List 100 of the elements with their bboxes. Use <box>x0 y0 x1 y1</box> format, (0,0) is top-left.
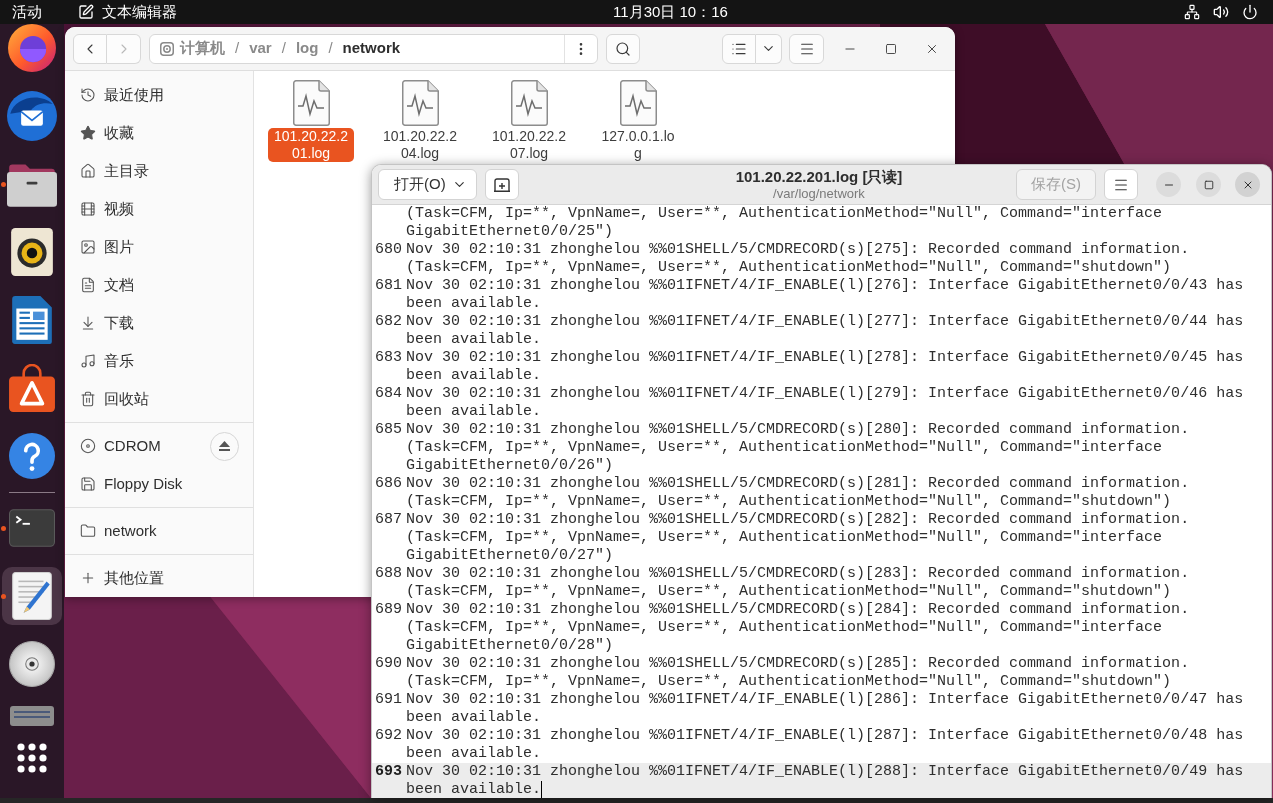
folder-icon <box>80 523 96 539</box>
search-icon <box>615 40 631 57</box>
line-number: 693 <box>375 763 402 780</box>
music-note-icon <box>80 353 96 369</box>
line-number: 681 <box>375 277 402 294</box>
sidebar-item[interactable]: 收藏 <box>65 114 239 152</box>
log-line: (Task=CFM, Ip=**, VpnName=, User=**, AuthenticationMethod="Null", Command="interface GigabitEthernet0/0/25") <box>406 205 1164 241</box>
sidebar-item[interactable]: 主目录 <box>65 152 239 190</box>
sidebar-item[interactable]: 文档 <box>65 266 239 304</box>
path-segment[interactable]: network <box>342 37 401 60</box>
log-line: Nov 30 02:10:31 zhonghelou %%01SHELL/5/CMDRECORD(s)[280]: Recorded command information. (Task=CFM, Ip=**, VpnName=, User=**, AuthenticationMethod="Null", Command="interface GigabitEthernet0/0/26") <box>406 421 1191 475</box>
line-number: 682 <box>375 313 402 330</box>
new-tab-icon <box>494 177 510 192</box>
line-number: 680 <box>375 241 402 258</box>
sidebar-item[interactable]: 最近使用 <box>65 76 239 114</box>
path-separator: / <box>281 38 286 59</box>
edit-icon <box>78 4 94 20</box>
drive-location-icon <box>160 41 174 56</box>
path-separator: / <box>328 38 333 59</box>
log-line: Nov 30 02:10:31 zhonghelou %%01SHELL/5/CMDRECORD(s)[282]: Recorded command information. (Task=CFM, Ip=**, VpnName=, User=**, AuthenticationMethod="Null", Command="interface GigabitEthernet0/0/27") <box>406 511 1191 565</box>
minimize-button[interactable] <box>1156 172 1181 197</box>
line-number: 684 <box>375 385 402 402</box>
log-line: Nov 30 02:10:31 zhonghelou %%01SHELL/5/CMDRECORD(s)[285]: Recorded command information. (Task=CFM, Ip=**, VpnName=, User=**, AuthenticationMethod="Null", Command="shutdown") <box>406 655 1191 691</box>
log-file-icon[interactable] <box>292 80 330 126</box>
download-icon <box>80 315 96 331</box>
log-line: Nov 30 02:10:31 zhonghelou %%01IFNET/4/IF_ENABLE(l)[279]: Interface GigabitEthernet0/0/46 has been available. <box>406 385 1245 421</box>
disc-icon[interactable] <box>9 641 55 687</box>
file-name[interactable]: 101.20.22.204.log <box>377 128 463 162</box>
list-view-button[interactable] <box>722 33 756 64</box>
log-line: Nov 30 02:10:31 zhonghelou %%01SHELL/5/CMDRECORD(s)[284]: Recorded command information. (Task=CFM, Ip=**, VpnName=, User=**, AuthenticationMethod="Null", Command="interface GigabitEthernet0/0/28") <box>406 601 1191 655</box>
volume-icon[interactable] <box>1213 4 1229 20</box>
log-line: Nov 30 02:10:31 zhonghelou %%01SHELL/5/CMDRECORD(s)[275]: Recorded command information. (Task=CFM, Ip=**, VpnName=, User=**, AuthenticationMethod="Null", Command="shutdown") <box>406 241 1191 277</box>
log-line: Nov 30 02:10:31 zhonghelou %%01SHELL/5/CMDRECORD(s)[281]: Recorded command information. (Task=CFM, Ip=**, VpnName=, User=**, AuthenticationMethod="Null", Command="shutdown") <box>406 475 1191 511</box>
shopping-bag-icon[interactable] <box>9 364 55 412</box>
line-number: 692 <box>375 727 402 744</box>
star-icon <box>80 125 96 141</box>
active-dock-item[interactable] <box>2 567 62 625</box>
terminal-icon[interactable] <box>9 509 55 547</box>
path-bar[interactable]: 计算机 / var / log / network <box>149 33 598 64</box>
sidebar-item[interactable]: 回收站 <box>65 380 239 418</box>
log-file-icon[interactable] <box>619 80 657 126</box>
trash-icon <box>80 391 96 407</box>
window-title: 101.20.22.201.log [只读] <box>735 168 903 186</box>
speaker-icon[interactable] <box>11 228 53 276</box>
line-number: 686 <box>375 475 402 492</box>
new-tab-button[interactable] <box>485 169 519 200</box>
sidebar-item[interactable]: 下载 <box>65 304 239 342</box>
line-number: 685 <box>375 421 402 438</box>
open-button[interactable]: 打开(O) <box>378 169 477 200</box>
browser-globe-icon[interactable] <box>8 24 56 72</box>
sidebar-item[interactable]: 视频 <box>65 190 239 228</box>
document-icon <box>80 277 96 293</box>
sidebar-item[interactable]: 音乐 <box>65 342 239 380</box>
app-menu[interactable]: 文本编辑器 <box>78 2 177 22</box>
menu-button[interactable] <box>789 33 824 64</box>
log-line: Nov 30 02:10:31 zhonghelou %%01IFNET/4/IF_ENABLE(l)[287]: Interface GigabitEthernet0/0/48 has been available. <box>406 727 1245 763</box>
log-line: Nov 30 02:10:31 zhonghelou %%01IFNET/4/IF_ENABLE(l)[278]: Interface GigabitEthernet0/0/45 has been available. <box>406 349 1245 385</box>
log-file-icon[interactable] <box>401 80 439 126</box>
network-icon[interactable] <box>1184 4 1200 20</box>
mail-icon[interactable] <box>7 91 57 141</box>
log-line: Nov 30 02:10:31 zhonghelou %%01IFNET/4/IF_ENABLE(l)[277]: Interface GigabitEthernet0/0/44 has been available. <box>406 313 1245 349</box>
log-line: Nov 30 02:10:31 zhonghelou %%01IFNET/4/IF_ENABLE(l)[286]: Interface GigabitEthernet0/0/47 has been available. <box>406 691 1245 727</box>
file-name[interactable]: 127.0.0.1.log <box>595 128 681 162</box>
home-icon <box>80 163 96 179</box>
path-separator: / <box>235 38 240 59</box>
menu-button[interactable] <box>1104 169 1138 200</box>
plus-icon <box>80 570 96 586</box>
log-line: Nov 30 02:10:31 zhonghelou %%01SHELL/5/CMDRECORD(s)[283]: Recorded command information. (Task=CFM, Ip=**, VpnName=, User=**, AuthenticationMethod="Null", Command="shutdown") <box>406 565 1191 601</box>
document-icon[interactable] <box>12 296 52 344</box>
app-grid-icon[interactable] <box>17 743 47 773</box>
line-number: 688 <box>375 565 402 582</box>
disc-icon <box>80 438 96 454</box>
maximize-icon[interactable] <box>885 42 897 55</box>
picture-icon <box>80 239 96 255</box>
line-number: 690 <box>375 655 402 672</box>
sidebar-item[interactable]: 图片 <box>65 228 239 266</box>
sidebar-item[interactable]: Floppy Disk <box>65 465 239 503</box>
help-icon[interactable] <box>9 433 55 479</box>
sidebar-item[interactable]: CDROM <box>65 427 210 465</box>
log-file-icon[interactable] <box>510 80 548 126</box>
file-name[interactable]: 101.20.22.201.log <box>268 128 354 162</box>
log-line: Nov 30 02:10:31 zhonghelou %%01IFNET/4/IF_ENABLE(l)[276]: Interface GigabitEthernet0/0/43 has been available. <box>406 277 1245 313</box>
maximize-button[interactable] <box>1196 172 1221 197</box>
sidebar-item[interactable]: network <box>65 512 239 550</box>
window-subtitle: /var/log/network <box>773 186 865 201</box>
search-button[interactable] <box>606 33 640 64</box>
clock[interactable]: 11月30日 10：16 <box>613 2 728 22</box>
activities-button[interactable]: 活动 <box>12 2 42 22</box>
folder-icon[interactable] <box>7 161 57 207</box>
film-icon <box>80 201 96 217</box>
maximize-icon <box>1203 179 1214 190</box>
power-icon[interactable] <box>1242 4 1258 20</box>
line-number: 691 <box>375 691 402 708</box>
clock-icon <box>80 87 96 103</box>
notepad-pencil-icon[interactable] <box>12 572 52 620</box>
line-number: 683 <box>375 349 402 366</box>
line-number: 687 <box>375 511 402 528</box>
eject-icon <box>219 441 230 451</box>
line-number: 689 <box>375 601 402 618</box>
file-name[interactable]: 101.20.22.207.log <box>486 128 572 162</box>
